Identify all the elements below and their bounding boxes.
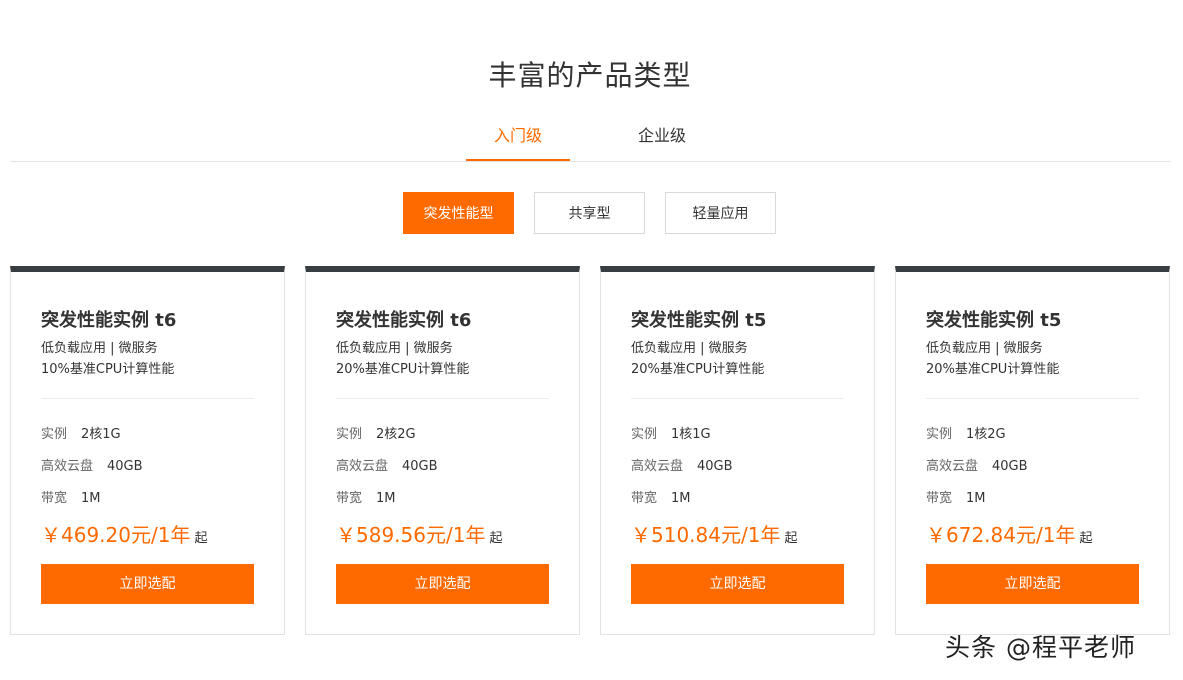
pricing-page: 丰富的产品类型 入门级 企业级 突发性能型 共享型 轻量应用 突发性能实例 t6… <box>0 0 1183 680</box>
card-use-case: 低负载应用 | 微服务 <box>631 341 748 356</box>
spec-value: 1核2G <box>966 427 1006 442</box>
spec-value: 40GB <box>107 459 143 474</box>
card-cpu-baseline: 10%基准CPU计算性能 <box>41 362 175 377</box>
spec-label: 高效云盘 <box>41 459 94 474</box>
spec-label: 高效云盘 <box>336 459 389 474</box>
spec-value: 40GB <box>992 459 1028 474</box>
spec-value: 40GB <box>402 459 438 474</box>
card-title: 突发性能实例 t5 <box>631 310 767 331</box>
product-card: 突发性能实例 t6 低负载应用 | 微服务 20%基准CPU计算性能 实例 2核2… <box>305 266 580 635</box>
configure-button[interactable]: 立即选配 <box>926 564 1139 604</box>
spec-label: 高效云盘 <box>926 459 979 474</box>
card-price: ￥510.84元/1年起 <box>631 519 797 548</box>
spec-bandwidth: 带宽 1M <box>41 487 101 506</box>
configure-button[interactable]: 立即选配 <box>336 564 549 604</box>
card-title: 突发性能实例 t5 <box>926 310 1062 331</box>
subtab-burstable[interactable]: 突发性能型 <box>403 192 514 234</box>
tab-enterprise-level[interactable]: 企业级 <box>610 110 714 160</box>
card-title: 突发性能实例 t6 <box>336 310 472 331</box>
spec-label: 带宽 <box>336 491 363 506</box>
spec-value: 1M <box>671 491 691 506</box>
spec-value: 40GB <box>697 459 733 474</box>
card-divider <box>631 398 844 399</box>
card-divider <box>41 398 254 399</box>
card-price: ￥469.20元/1年起 <box>41 519 207 548</box>
spec-instance: 实例 1核2G <box>926 423 1006 442</box>
card-cpu-baseline: 20%基准CPU计算性能 <box>336 362 470 377</box>
spec-label: 实例 <box>336 427 363 442</box>
card-use-case: 低负载应用 | 微服务 <box>926 341 1043 356</box>
product-card: 突发性能实例 t5 低负载应用 | 微服务 20%基准CPU计算性能 实例 1核1… <box>600 266 875 635</box>
spec-bandwidth: 带宽 1M <box>336 487 396 506</box>
spec-disk: 高效云盘 40GB <box>631 455 733 474</box>
spec-label: 实例 <box>631 427 658 442</box>
spec-value: 1M <box>966 491 986 506</box>
spec-value: 1M <box>81 491 101 506</box>
card-divider <box>926 398 1139 399</box>
tab-entry-level[interactable]: 入门级 <box>466 110 570 161</box>
price-suffix: 起 <box>489 531 503 546</box>
card-title: 突发性能实例 t6 <box>41 310 177 331</box>
price-suffix: 起 <box>194 531 208 546</box>
configure-button[interactable]: 立即选配 <box>631 564 844 604</box>
spec-label: 带宽 <box>631 491 658 506</box>
spec-value: 1M <box>376 491 396 506</box>
spec-instance: 实例 2核1G <box>41 423 121 442</box>
price-suffix: 起 <box>1079 531 1093 546</box>
spec-value: 2核2G <box>376 427 416 442</box>
spec-disk: 高效云盘 40GB <box>926 455 1028 474</box>
subtab-shared[interactable]: 共享型 <box>534 192 645 234</box>
spec-instance: 实例 1核1G <box>631 423 711 442</box>
watermark: 头条 @程平老师 <box>945 633 1136 662</box>
product-card: 突发性能实例 t6 低负载应用 | 微服务 10%基准CPU计算性能 实例 2核1… <box>10 266 285 635</box>
price-amount: ￥672.84元/1年 <box>926 523 1076 547</box>
card-cpu-baseline: 20%基准CPU计算性能 <box>926 362 1060 377</box>
spec-bandwidth: 带宽 1M <box>926 487 986 506</box>
configure-button[interactable]: 立即选配 <box>41 564 254 604</box>
price-amount: ￥589.56元/1年 <box>336 523 486 547</box>
spec-label: 高效云盘 <box>631 459 684 474</box>
card-use-case: 低负载应用 | 微服务 <box>41 341 158 356</box>
spec-bandwidth: 带宽 1M <box>631 487 691 506</box>
card-use-case: 低负载应用 | 微服务 <box>336 341 453 356</box>
price-suffix: 起 <box>784 531 798 546</box>
price-amount: ￥469.20元/1年 <box>41 523 191 547</box>
card-price: ￥589.56元/1年起 <box>336 519 502 548</box>
spec-label: 带宽 <box>41 491 68 506</box>
card-cpu-baseline: 20%基准CPU计算性能 <box>631 362 765 377</box>
spec-disk: 高效云盘 40GB <box>336 455 438 474</box>
price-amount: ￥510.84元/1年 <box>631 523 781 547</box>
card-divider <box>336 398 549 399</box>
card-price: ￥672.84元/1年起 <box>926 519 1092 548</box>
spec-label: 实例 <box>926 427 953 442</box>
section-title: 丰富的产品类型 <box>488 59 692 92</box>
spec-value: 1核1G <box>671 427 711 442</box>
spec-disk: 高效云盘 40GB <box>41 455 143 474</box>
spec-label: 带宽 <box>926 491 953 506</box>
level-tabs: 入门级 企业级 <box>10 110 1170 162</box>
product-card: 突发性能实例 t5 低负载应用 | 微服务 20%基准CPU计算性能 实例 1核2… <box>895 266 1170 635</box>
spec-value: 2核1G <box>81 427 121 442</box>
spec-instance: 实例 2核2G <box>336 423 416 442</box>
subtab-lightweight[interactable]: 轻量应用 <box>665 192 776 234</box>
spec-label: 实例 <box>41 427 68 442</box>
